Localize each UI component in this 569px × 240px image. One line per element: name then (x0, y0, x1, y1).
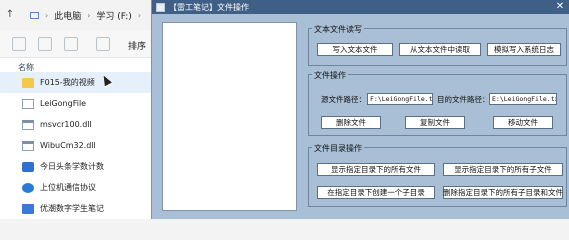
file-name: msvcr100.dll (40, 120, 92, 129)
group-file-ops: 文件操作 源文件路径： F:\LeiGongFile.txt 目的文件路径： E… (308, 70, 567, 136)
app-icon (22, 161, 34, 172)
file-name: 上位机通信协议 (40, 183, 96, 192)
file-name: LeiGongFile (40, 99, 87, 108)
delete-file-button[interactable]: 删除文件 (321, 116, 381, 129)
file-operation-window: 【雷工笔记】文件操作 ✕ 文本文件读写 写入文本文件 从文本文件中读取 模拟写入… (151, 0, 569, 219)
source-path-input[interactable]: F:\LeiGongFile.txt (367, 93, 433, 105)
output-textbox[interactable] (162, 22, 297, 211)
dll-icon (22, 140, 34, 151)
delete-icon[interactable] (96, 37, 110, 51)
list-item[interactable]: 优潮数字学生笔记 (0, 198, 155, 219)
file-name: F015-我的视频 (40, 78, 95, 87)
window-title: 【雷工笔记】文件操作 (169, 2, 249, 12)
group-text-file-rw: 文本文件读写 写入文本文件 从文本文件中读取 模拟写入系统日志 (308, 24, 567, 66)
list-item[interactable]: 上位机通信协议 (0, 177, 155, 198)
separator-chevron-icon: › (137, 10, 142, 20)
new-item-icon[interactable] (12, 37, 26, 51)
network-icon (22, 182, 34, 193)
list-item[interactable]: WibuCm32.dll (0, 135, 155, 156)
separator-chevron-icon: › (87, 10, 91, 20)
paste-icon[interactable] (64, 37, 78, 51)
show-all-files-button[interactable]: 显示指定目录下的所有文件 (317, 163, 435, 176)
move-file-button[interactable]: 移动文件 (493, 116, 553, 129)
create-subdir-button[interactable]: 在指定目录下创建一个子目录 (317, 186, 435, 199)
copy-icon[interactable] (38, 37, 52, 51)
folder-icon (22, 77, 34, 88)
list-item[interactable]: F015-我的视频 (0, 72, 155, 93)
up-arrow-icon[interactable]: ↑ (4, 9, 16, 21)
close-icon[interactable]: ✕ (554, 1, 566, 13)
target-path-label: 目的文件路径： (437, 95, 490, 104)
read-text-file-button[interactable]: 从文本文件中读取 (399, 43, 481, 56)
copy-file-button[interactable]: 复制文件 (405, 116, 465, 129)
breadcrumb: › 此电脑 › 学习 (F:) › (30, 7, 141, 23)
delete-all-subdirs-button[interactable]: 删除指定目录下的所有子目录和文件 (443, 186, 563, 199)
source-path-label: 源文件路径： (321, 95, 366, 104)
show-all-subfiles-button[interactable]: 显示指定目录下的所有子文件 (443, 163, 563, 176)
explorer-toolbar: 排序 (0, 30, 160, 58)
group-directory-ops: 文件目录操作 显示指定目录下的所有文件 显示指定目录下的所有子文件 在指定目录下… (308, 143, 567, 207)
list-item[interactable]: 今日头条学数计数 (0, 156, 155, 177)
dll-icon (22, 119, 34, 130)
file-name: 今日头条学数计数 (40, 162, 104, 171)
doc-icon (22, 203, 34, 214)
file-name: 优潮数字学生笔记 (40, 204, 104, 213)
breadcrumb-drive-f[interactable]: 学习 (F:) (96, 9, 131, 22)
file-icon (22, 98, 34, 109)
file-list: F015-我的视频 LeiGongFile msvcr100.dll WibuC… (0, 72, 155, 219)
computer-icon (30, 11, 39, 19)
group-title: 文件操作 (312, 70, 348, 81)
file-name: WibuCm32.dll (40, 141, 96, 150)
target-path-input[interactable]: E:\LeiGongFile.txt (489, 93, 557, 105)
write-system-log-button[interactable]: 模拟写入系统日志 (487, 43, 561, 56)
separator-chevron-icon: › (45, 10, 49, 20)
group-title: 文件目录操作 (312, 143, 364, 154)
list-item[interactable]: msvcr100.dll (0, 114, 155, 135)
write-text-file-button[interactable]: 写入文本文件 (317, 43, 393, 56)
app-icon (156, 2, 165, 12)
breadcrumb-this-pc[interactable]: 此电脑 (54, 9, 81, 22)
group-title: 文本文件读写 (312, 24, 364, 35)
window-titlebar[interactable]: 【雷工笔记】文件操作 ✕ (152, 0, 569, 14)
sort-button[interactable]: 排序 (128, 39, 146, 52)
list-item[interactable]: LeiGongFile (0, 93, 155, 114)
